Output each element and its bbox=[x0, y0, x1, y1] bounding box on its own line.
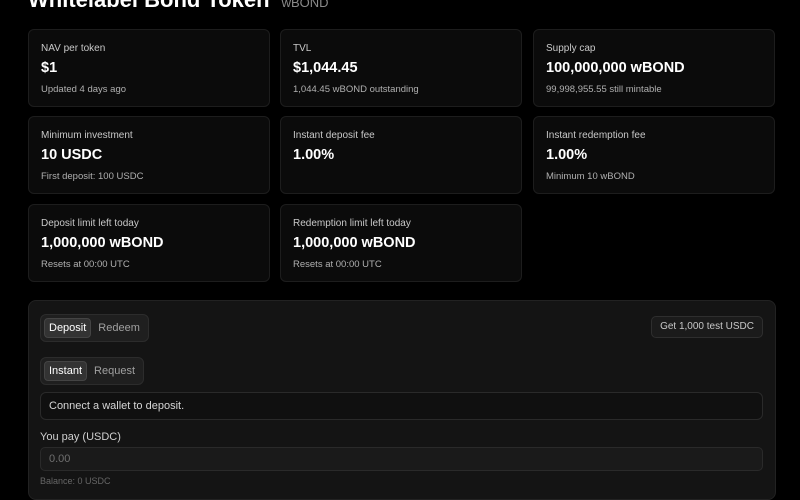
stat-subtext: 1,044.45 wBOND outstanding bbox=[293, 84, 419, 95]
stat-card-instant-redemption-fee: Instant redemption fee 1.00% Minimum 10 … bbox=[533, 116, 775, 194]
stat-subtext: Resets at 00:00 UTC bbox=[293, 259, 382, 270]
stat-value: 100,000,000 wBOND bbox=[546, 60, 685, 76]
mode-toggle: Deposit Redeem bbox=[40, 314, 149, 342]
stat-card-redemption-limit: Redemption limit left today 1,000,000 wB… bbox=[280, 204, 522, 282]
stat-value: $1 bbox=[41, 60, 58, 76]
token-symbol: wBOND bbox=[281, 0, 329, 10]
stat-subtext: Resets at 00:00 UTC bbox=[41, 259, 130, 270]
stat-value: 1.00% bbox=[546, 147, 588, 163]
stat-label: Instant deposit fee bbox=[293, 130, 375, 141]
tab-redeem[interactable]: Redeem bbox=[93, 318, 145, 338]
stat-subtext: Updated 4 days ago bbox=[41, 84, 127, 95]
stat-label: TVL bbox=[293, 43, 312, 54]
page-header: Whitelabel Bond Token wBOND bbox=[28, 0, 329, 13]
get-test-usdc-button[interactable]: Get 1,000 test USDC bbox=[651, 316, 763, 338]
stat-card-minimum-investment: Minimum investment 10 USDC First deposit… bbox=[28, 116, 270, 194]
stat-value: 1,000,000 wBOND bbox=[41, 235, 164, 251]
stat-subtext: First deposit: 100 USDC bbox=[41, 171, 144, 182]
stat-card-nav: NAV per token $1 Updated 4 days ago bbox=[28, 29, 270, 107]
tab-deposit[interactable]: Deposit bbox=[44, 318, 92, 338]
stat-label: Instant redemption fee bbox=[546, 130, 646, 141]
page-title: Whitelabel Bond Token bbox=[28, 0, 270, 13]
pay-amount-input[interactable] bbox=[40, 447, 763, 471]
stat-card-tvl: TVL $1,044.45 1,044.45 wBOND outstanding bbox=[280, 29, 522, 107]
deposit-panel: Deposit Redeem Get 1,000 test USDC Insta… bbox=[28, 300, 776, 500]
stat-label: Deposit limit left today bbox=[41, 218, 139, 229]
pay-amount-label: You pay (USDC) bbox=[40, 431, 121, 443]
type-toggle: Instant Request bbox=[40, 357, 145, 385]
stat-value: 1,000,000 wBOND bbox=[293, 235, 416, 251]
stat-card-instant-deposit-fee: Instant deposit fee 1.00% bbox=[280, 116, 522, 194]
stat-subtext: Minimum 10 wBOND bbox=[546, 171, 635, 182]
stat-card-supply-cap: Supply cap 100,000,000 wBOND 99,998,955.… bbox=[533, 29, 775, 107]
stat-value: $1,044.45 bbox=[293, 60, 358, 76]
tab-request[interactable]: Request bbox=[89, 361, 140, 381]
stat-label: Minimum investment bbox=[41, 130, 133, 141]
stat-card-deposit-limit: Deposit limit left today 1,000,000 wBOND… bbox=[28, 204, 270, 282]
stat-value: 10 USDC bbox=[41, 147, 103, 163]
balance-text: Balance: 0 USDC bbox=[40, 476, 111, 486]
stat-label: Supply cap bbox=[546, 43, 596, 54]
stat-value: 1.00% bbox=[293, 147, 335, 163]
connect-wallet-notice: Connect a wallet to deposit. bbox=[40, 392, 763, 420]
stat-label: NAV per token bbox=[41, 43, 106, 54]
tab-instant[interactable]: Instant bbox=[44, 361, 88, 381]
stat-label: Redemption limit left today bbox=[293, 218, 411, 229]
stat-subtext: 99,998,955.55 still mintable bbox=[546, 84, 662, 95]
